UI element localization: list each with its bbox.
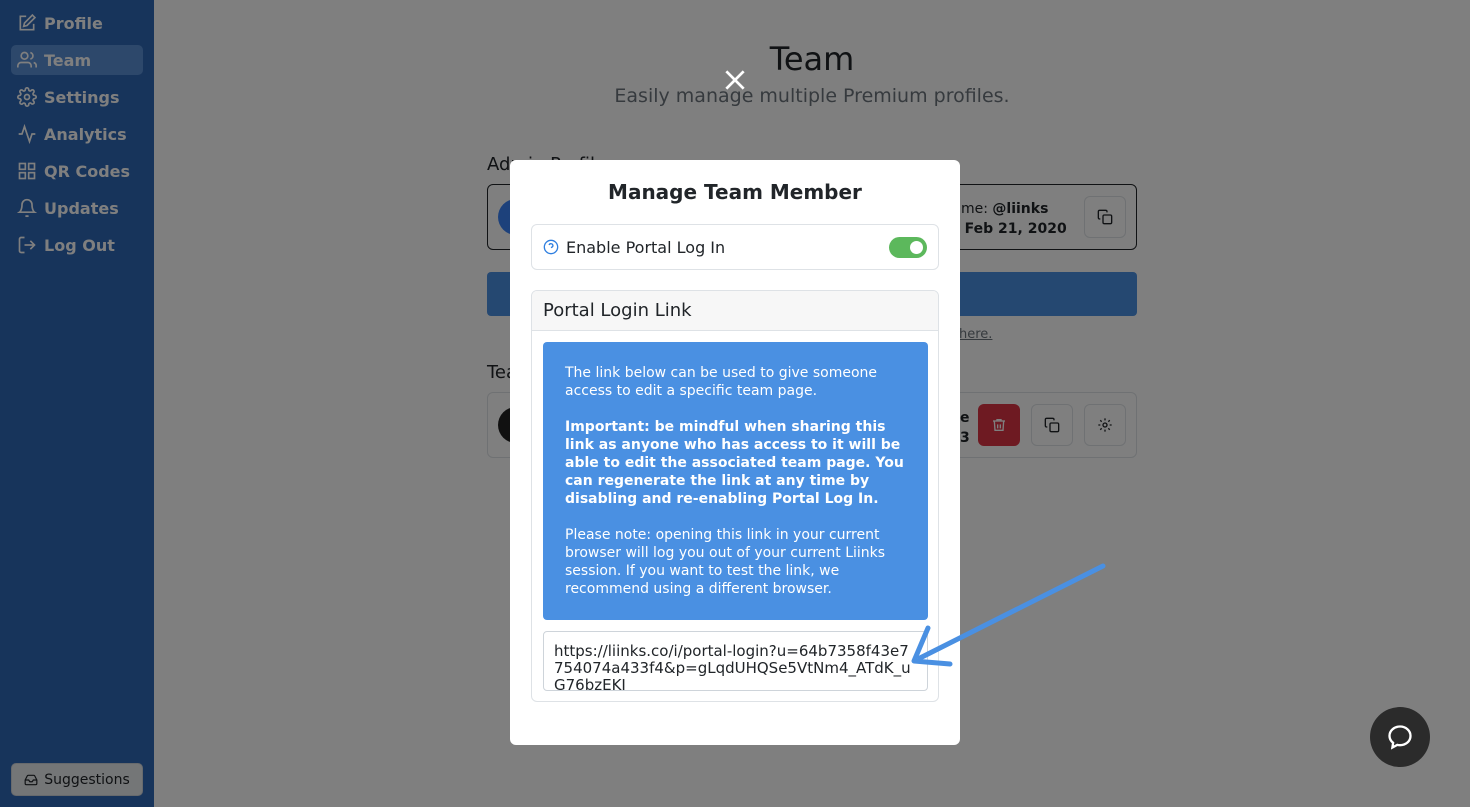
chat-bubble-icon: [1388, 725, 1412, 750]
note-paragraph: Please note: opening this link in your c…: [565, 527, 886, 597]
info-paragraph: The link below can be used to give someo…: [565, 365, 878, 399]
info-alert: The link below can be used to give someo…: [543, 342, 928, 620]
important-paragraph: Important: be mindful when sharing this …: [565, 419, 904, 507]
portal-login-toggle-row: Enable Portal Log In: [531, 224, 939, 270]
modal-title: Manage Team Member: [608, 180, 862, 204]
close-icon: [725, 70, 745, 90]
portal-card-header: Portal Login Link: [532, 291, 938, 331]
chat-support-button[interactable]: [1370, 707, 1430, 767]
toggle-label: Enable Portal Log In: [566, 237, 726, 257]
annotation-arrow: [911, 563, 1106, 667]
help-icon[interactable]: [543, 239, 559, 255]
portal-login-card: Portal Login Link The link below can be …: [531, 290, 939, 702]
portal-login-link-field[interactable]: https://liinks.co/i/portal-login?u=64b73…: [543, 631, 928, 691]
close-modal-button[interactable]: [722, 67, 748, 93]
enable-portal-login-toggle[interactable]: [889, 236, 927, 258]
manage-team-member-modal: Manage Team Member Enable Portal Log In …: [510, 160, 960, 745]
